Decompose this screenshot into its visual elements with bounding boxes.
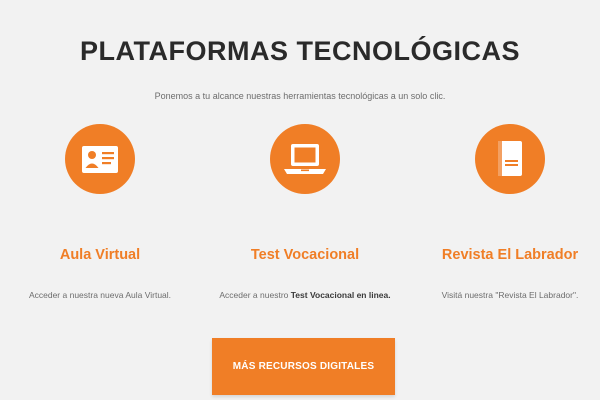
card-revista-el-labrador[interactable]: Revista El Labrador Visitá nuestra "Revi… (410, 124, 600, 314)
card-description-text: Acceder a nuestro (219, 290, 291, 300)
card-test-vocacional[interactable]: Test Vocacional Acceder a nuestro Test V… (205, 124, 405, 314)
icon-circle[interactable] (270, 124, 340, 194)
card-description: Acceder a nuestro Test Vocacional en lin… (205, 290, 405, 300)
card-description: Acceder a nuestra nueva Aula Virtual. (0, 290, 200, 300)
card-description-text: Visitá nuestra "Revista El Labrador". (441, 290, 579, 300)
id-card-icon (82, 146, 118, 173)
card-aula-virtual[interactable]: Aula Virtual Acceder a nuestra nueva Aul… (0, 124, 200, 314)
card-title[interactable]: Test Vocacional (205, 247, 405, 263)
laptop-icon (284, 144, 326, 174)
card-description: Visitá nuestra "Revista El Labrador". (410, 290, 600, 300)
icon-circle[interactable] (475, 124, 545, 194)
card-title[interactable]: Revista El Labrador (410, 247, 600, 263)
more-digital-resources-button[interactable]: MÁS RECURSOS DIGITALES (212, 338, 395, 395)
card-title[interactable]: Aula Virtual (0, 247, 200, 263)
section-title: PLATAFORMAS TECNOLÓGICAS (80, 36, 520, 66)
test-vocacional-link[interactable]: Test Vocacional en linea. (291, 290, 391, 300)
platforms-section: PLATAFORMAS TECNOLÓGICAS Ponemos a tu al… (0, 0, 600, 400)
card-description-text: Acceder a nuestra nueva Aula Virtual. (28, 290, 172, 300)
section-subtitle: Ponemos a tu alcance nuestras herramient… (154, 91, 446, 101)
icon-circle[interactable] (65, 124, 135, 194)
book-icon (498, 141, 522, 176)
